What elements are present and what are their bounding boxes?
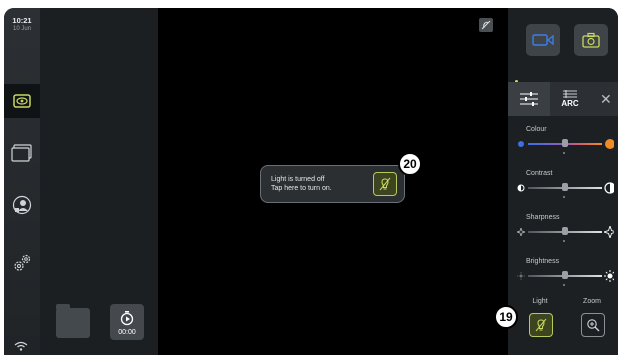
contrast-knob[interactable] <box>562 183 568 191</box>
sharpness-slider[interactable] <box>516 226 616 242</box>
close-panel-button[interactable]: ✕ <box>600 92 612 106</box>
contrast-low-icon <box>516 182 526 194</box>
sharpness-low-icon <box>516 226 526 238</box>
camera-icon <box>582 32 600 48</box>
colour-slider[interactable] <box>516 138 616 154</box>
sliders-icon <box>520 92 538 106</box>
device-screen: 10:21 10 Jun 00:00 Light is turned off T… <box>4 8 618 355</box>
light-label: Light <box>532 298 548 305</box>
tab-arc[interactable]: ARC <box>550 82 590 116</box>
light-off-indicator <box>479 18 493 32</box>
toast-message: Light is turned off Tap here to turn on. <box>271 176 332 193</box>
toast-line-2: Tap here to turn on. <box>271 184 332 192</box>
brightness-knob[interactable] <box>562 271 568 279</box>
brightness-slider[interactable] <box>516 270 616 286</box>
sharpness-knob[interactable] <box>562 227 568 235</box>
gallery-folder-button[interactable] <box>56 304 90 338</box>
brightness-high-icon <box>604 270 614 282</box>
brightness-low-icon <box>516 270 526 282</box>
live-view-button[interactable] <box>4 84 40 118</box>
timer-value: 00:00 <box>118 329 136 336</box>
callout-20: 20 <box>398 152 422 176</box>
user-lock-icon <box>12 195 32 215</box>
sharpness-high-icon <box>604 226 614 238</box>
date: 10 Jun <box>12 26 31 32</box>
record-video-button[interactable] <box>526 24 560 56</box>
tab-arc-label: ARC <box>561 99 579 108</box>
settings-button[interactable] <box>4 246 40 280</box>
folder-icon <box>11 144 32 162</box>
zoom-label: Zoom <box>583 298 601 305</box>
contrast-default-tick <box>563 196 565 198</box>
colour-knob[interactable] <box>562 139 568 147</box>
contrast-label: Contrast <box>526 170 553 177</box>
light-off-icon <box>481 20 491 30</box>
media-panel: 00:00 <box>40 8 158 355</box>
sharpness-label: Sharpness <box>526 214 560 221</box>
close-icon: ✕ <box>600 91 612 107</box>
contrast-high-icon <box>604 182 614 194</box>
colour-default-tick <box>563 152 565 154</box>
toast-line-1: Light is turned off <box>271 176 325 183</box>
light-off-toast[interactable]: Light is turned off Tap here to turn on. <box>260 165 405 203</box>
user-button[interactable] <box>4 188 40 222</box>
recording-timer-button[interactable]: 00:00 <box>110 304 144 340</box>
tab-image-settings[interactable] <box>508 82 550 116</box>
capture-photo-button[interactable] <box>574 24 608 56</box>
video-camera-icon <box>532 34 554 46</box>
light-toggle-button[interactable] <box>529 313 553 337</box>
colour-label: Colour <box>526 126 547 133</box>
brightness-default-tick <box>563 284 565 286</box>
files-button[interactable] <box>4 136 40 170</box>
clock: 10:21 <box>12 16 32 25</box>
colour-cool-icon <box>516 138 526 150</box>
callout-19: 19 <box>494 305 518 329</box>
light-off-icon <box>379 177 391 191</box>
control-panel: ARC ✕ Colour Contrast Sharpness Brightne… <box>508 8 618 355</box>
contrast-slider[interactable] <box>516 182 616 198</box>
stopwatch-icon <box>120 311 134 326</box>
navigation-rail: 10:21 10 Jun <box>4 8 40 355</box>
eye-icon <box>13 94 31 108</box>
colour-warm-icon <box>604 138 614 150</box>
turn-on-light-button[interactable] <box>373 172 397 196</box>
sharpness-default-tick <box>563 240 565 242</box>
wifi-icon <box>14 341 28 351</box>
light-off-icon <box>535 318 547 332</box>
gears-icon <box>14 254 31 271</box>
zoom-in-icon <box>587 319 600 332</box>
arc-icon <box>563 90 577 98</box>
zoom-button[interactable] <box>581 313 605 337</box>
brightness-label: Brightness <box>526 258 560 265</box>
